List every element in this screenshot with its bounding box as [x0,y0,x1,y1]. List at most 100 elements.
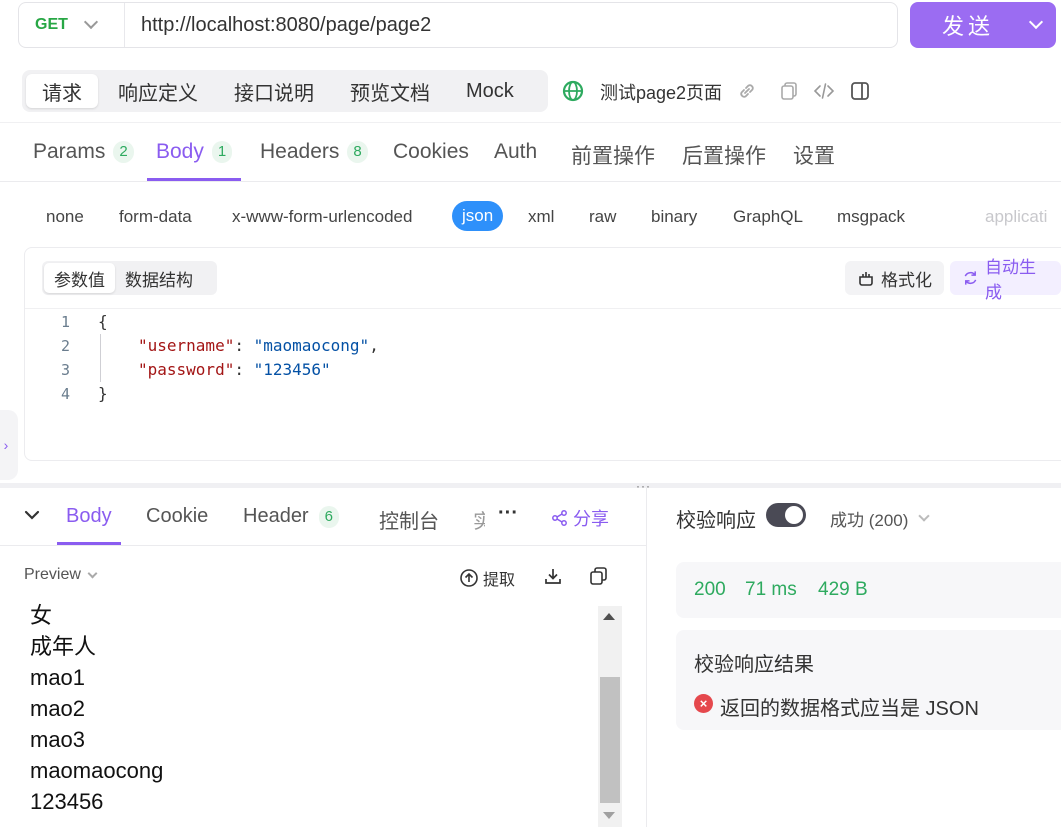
preview-select[interactable]: Preview [24,566,98,584]
segment-param-values[interactable]: 参数值 [44,263,115,293]
response-time: 71 ms [745,579,797,600]
body-type-raw[interactable]: raw [589,205,616,229]
active-tab-indicator [57,542,121,545]
body-type-urlencoded[interactable]: x-www-form-urlencoded [232,205,412,229]
count-badge: 1 [211,141,233,163]
mode-tab-api-doc[interactable]: 接口说明 [218,74,330,108]
code-line-4[interactable]: } [98,384,108,403]
editor-mode-switch: 参数值 数据结构 [42,261,217,295]
copy-icon[interactable] [778,80,800,102]
tab-label: Header [243,505,309,527]
scrollbar-thumb[interactable] [600,677,620,803]
body-type-xml[interactable]: xml [528,205,554,229]
tab-label: Body [156,140,204,163]
send-dropdown[interactable] [1016,2,1056,48]
output-line: 女 [30,603,53,628]
sidebar-expand-handle[interactable]: › [0,410,18,480]
url-bar: GET http://localhost:8080/page/page2 [18,2,898,48]
active-tab-indicator [147,178,241,181]
extract-icon [460,569,478,587]
validate-response-label: 校验响应 [676,510,756,532]
json-key: "username" [138,336,235,355]
segment-data-structure[interactable]: 数据结构 [115,263,203,293]
code-line-3[interactable]: "password": "123456" [138,360,331,379]
tab-post-ops[interactable]: 后置操作 [682,140,766,170]
extract-button[interactable]: 提取 [459,566,515,590]
url-input[interactable]: http://localhost:8080/page/page2 [125,14,431,37]
colon: : [234,336,254,355]
body-type-form-data[interactable]: form-data [119,205,192,229]
output-line: mao3 [30,727,86,752]
status-label: 成功 (200) [830,511,909,530]
comma: , [369,336,379,355]
line-number: 3 [60,361,70,379]
chevron-down-icon [83,14,98,30]
output-line: mao1 [30,665,86,690]
body-type-binary[interactable]: binary [651,205,697,229]
response-metrics [676,562,1061,618]
count-badge: 2 [113,141,134,163]
more-icon[interactable]: ··· [498,502,518,525]
tab-label: Params [33,140,106,163]
tab-params[interactable]: Params 2 [33,140,134,164]
response-divider[interactable] [646,488,647,827]
tab-headers[interactable]: Headers 8 [260,140,368,164]
share-button[interactable]: 分享 [551,505,609,531]
response-tab-overflow[interactable]: 实 [473,505,485,534]
tab-body[interactable]: Body 1 [156,140,233,164]
validation-result-title: 校验响应结果 [694,654,814,676]
response-tab-body[interactable]: Body [66,505,112,528]
body-type-json[interactable]: json [452,201,504,231]
body-type-none[interactable]: none [46,205,84,229]
extract-label: 提取 [483,572,516,589]
auto-generate-button[interactable]: 自动生成 [950,258,1061,302]
link-icon[interactable] [736,80,758,102]
count-badge: 8 [347,141,368,163]
json-value: "maomaocong" [253,336,370,355]
json-key: "password" [138,360,235,379]
body-type-application[interactable]: applicati [985,205,1047,229]
mode-tabs: 请求 响应定义 接口说明 预览文档 Mock [22,70,548,112]
code-line-1[interactable]: { [98,312,108,331]
line-number: 4 [60,385,70,403]
line-number: 2 [60,337,70,355]
page-name[interactable]: 测试page2页面 [600,79,722,105]
tab-settings[interactable]: 设置 [793,140,835,170]
mode-tab-response-def[interactable]: 响应定义 [102,74,214,108]
code-icon[interactable] [813,80,835,102]
status-select[interactable]: 成功 (200) [830,506,931,531]
mode-tab-request[interactable]: 请求 [26,74,98,108]
tab-auth[interactable]: Auth [494,140,537,164]
collapse-chevron-icon[interactable] [24,509,40,521]
mode-tab-mock[interactable]: Mock [450,74,530,108]
tab-pre-ops[interactable]: 前置操作 [571,140,655,170]
method-label: GET [35,16,68,33]
editor-divider [25,308,1061,309]
refresh-icon [964,271,977,285]
output-line: maomaocong [30,758,164,783]
output-line: 123456 [30,789,104,814]
copy-icon[interactable] [588,566,608,586]
method-select[interactable]: GET [19,3,125,47]
response-tab-cookie[interactable]: Cookie [146,505,208,528]
send-button[interactable]: 发送 [910,2,1056,48]
response-tab-header[interactable]: Header 6 [243,505,339,528]
chevron-down-icon [1028,14,1044,30]
code-line-2[interactable]: "username": "maomaocong", [138,336,379,355]
colon: : [234,360,254,379]
download-icon[interactable] [543,566,563,586]
body-type-graphql[interactable]: GraphQL [733,205,803,229]
format-button[interactable]: 格式化 [845,261,944,295]
response-tab-console[interactable]: 控制台 [379,505,439,534]
line-number: 1 [60,313,70,331]
count-badge: 6 [318,505,339,528]
body-type-msgpack[interactable]: msgpack [837,205,905,229]
scroll-down-arrow-icon[interactable] [603,812,615,819]
tab-cookies[interactable]: Cookies [393,140,469,164]
toggle-knob [785,506,803,524]
panel-icon[interactable] [849,80,871,102]
mode-tab-preview-doc[interactable]: 预览文档 [334,74,446,108]
validation-error-message: 返回的数据格式应当是 JSON [720,698,979,720]
scroll-up-arrow-icon[interactable] [603,613,615,620]
share-label: 分享 [573,509,609,529]
